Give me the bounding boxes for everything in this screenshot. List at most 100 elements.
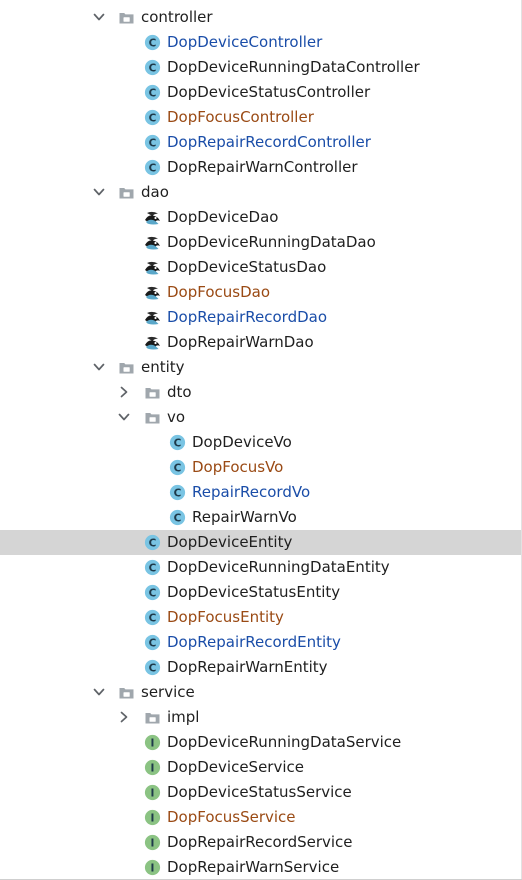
class-icon: C	[169, 509, 186, 526]
svg-text:C: C	[174, 487, 182, 499]
folder-controller[interactable]: controller	[0, 5, 522, 30]
chevron-right-icon[interactable]	[118, 386, 130, 398]
class-icon: C	[144, 559, 161, 576]
folder-icon	[144, 384, 161, 401]
mapper-dop-repair-record-dao[interactable]: DopRepairRecordDao	[0, 305, 522, 330]
tree-item-label: service	[141, 683, 195, 701]
tree-item-label: impl	[167, 708, 200, 726]
chevron-down-icon[interactable]	[118, 411, 130, 423]
chevron-right-icon[interactable]	[118, 711, 130, 723]
tree-item-label: DopDeviceStatusEntity	[167, 583, 341, 601]
tree-item-label: DopRepairWarnController	[167, 158, 358, 176]
mybatis-mapper-icon	[144, 309, 161, 326]
mapper-dop-device-dao[interactable]: DopDeviceDao	[0, 205, 522, 230]
svg-text:C: C	[149, 537, 157, 549]
chevron-down-icon[interactable]	[93, 186, 105, 198]
tree-item-label: DopRepairRecordService	[167, 833, 353, 851]
svg-text:I: I	[151, 762, 155, 774]
tree-item-label: DopDeviceDao	[167, 208, 279, 226]
chevron-down-icon[interactable]	[93, 11, 105, 23]
class-icon: C	[144, 109, 161, 126]
folder-dao[interactable]: dao	[0, 180, 522, 205]
class-icon: C	[144, 59, 161, 76]
class-dop-device-controller[interactable]: C DopDeviceController	[0, 30, 522, 55]
tree-item-label: RepairRecordVo	[192, 483, 311, 501]
interface-icon: I	[144, 759, 161, 776]
svg-text:C: C	[174, 437, 182, 449]
class-dop-device-running-data-entity[interactable]: C DopDeviceRunningDataEntity	[0, 555, 522, 580]
class-icon: C	[144, 34, 161, 51]
tree-item-label: controller	[141, 8, 213, 26]
mapper-dop-focus-dao[interactable]: DopFocusDao	[0, 280, 522, 305]
mybatis-mapper-icon	[144, 334, 161, 351]
class-dop-repair-record-entity[interactable]: C DopRepairRecordEntity	[0, 630, 522, 655]
chevron-down-icon[interactable]	[93, 686, 105, 698]
interface-dop-repair-record-service[interactable]: I DopRepairRecordService	[0, 830, 522, 855]
class-repair-record-vo[interactable]: C RepairRecordVo	[0, 480, 522, 505]
class-icon: C	[144, 134, 161, 151]
folder-vo[interactable]: vo	[0, 405, 522, 430]
svg-text:C: C	[149, 637, 157, 649]
class-dop-focus-controller[interactable]: C DopFocusController	[0, 105, 522, 130]
class-dop-device-running-data-controller[interactable]: C DopDeviceRunningDataController	[0, 55, 522, 80]
tree-item-label: DopRepairWarnService	[167, 858, 340, 876]
tree-item-label: DopRepairRecordDao	[167, 308, 328, 326]
tree-item-label: DopRepairWarnDao	[167, 333, 314, 351]
tree-item-label: DopDeviceVo	[192, 433, 292, 451]
tree-item-label: DopDeviceRunningDataEntity	[167, 558, 390, 576]
class-dop-focus-entity[interactable]: C DopFocusEntity	[0, 605, 522, 630]
folder-entity[interactable]: entity	[0, 355, 522, 380]
tree-item-label: DopDeviceStatusController	[167, 83, 371, 101]
class-dop-repair-warn-entity[interactable]: C DopRepairWarnEntity	[0, 655, 522, 680]
svg-text:C: C	[149, 62, 157, 74]
svg-text:I: I	[151, 737, 155, 749]
mapper-dop-repair-warn-dao[interactable]: DopRepairWarnDao	[0, 330, 522, 355]
class-dop-device-entity[interactable]: C DopDeviceEntity	[0, 530, 522, 555]
class-icon: C	[144, 634, 161, 651]
interface-dop-focus-service[interactable]: I DopFocusService	[0, 805, 522, 830]
class-dop-repair-record-controller[interactable]: C DopRepairRecordController	[0, 130, 522, 155]
class-icon: C	[144, 534, 161, 551]
tree-item-label: DopDeviceStatusService	[167, 783, 352, 801]
folder-impl[interactable]: impl	[0, 705, 522, 730]
mapper-dop-device-status-dao[interactable]: DopDeviceStatusDao	[0, 255, 522, 280]
class-dop-device-status-controller[interactable]: C DopDeviceStatusController	[0, 80, 522, 105]
tree-item-label: dao	[141, 183, 169, 201]
interface-dop-device-status-service[interactable]: I DopDeviceStatusService	[0, 780, 522, 805]
class-icon: C	[169, 459, 186, 476]
interface-icon: I	[144, 834, 161, 851]
class-repair-warn-vo[interactable]: C RepairWarnVo	[0, 505, 522, 530]
class-dop-device-vo[interactable]: C DopDeviceVo	[0, 430, 522, 455]
class-dop-repair-warn-controller[interactable]: C DopRepairWarnController	[0, 155, 522, 180]
folder-icon	[118, 684, 135, 701]
svg-text:I: I	[151, 862, 155, 874]
svg-text:I: I	[151, 787, 155, 799]
tree-item-label: DopDeviceRunningDataService	[167, 733, 402, 751]
svg-text:C: C	[149, 587, 157, 599]
tree-item-label: DopFocusService	[167, 808, 296, 826]
class-dop-focus-vo[interactable]: C DopFocusVo	[0, 455, 522, 480]
folder-icon	[118, 359, 135, 376]
class-dop-device-status-entity[interactable]: C DopDeviceStatusEntity	[0, 580, 522, 605]
mybatis-mapper-icon	[144, 259, 161, 276]
tree-item-label: DopDeviceRunningDataController	[167, 58, 420, 76]
interface-icon: I	[144, 809, 161, 826]
folder-icon	[118, 184, 135, 201]
tree-item-label: DopFocusVo	[192, 458, 284, 476]
class-icon: C	[144, 584, 161, 601]
interface-dop-device-service[interactable]: I DopDeviceService	[0, 755, 522, 780]
class-icon: C	[169, 434, 186, 451]
mybatis-mapper-icon	[144, 234, 161, 251]
svg-text:C: C	[149, 612, 157, 624]
class-icon: C	[144, 659, 161, 676]
chevron-down-icon[interactable]	[93, 361, 105, 373]
mapper-dop-device-running-data-dao[interactable]: DopDeviceRunningDataDao	[0, 230, 522, 255]
svg-text:C: C	[149, 662, 157, 674]
tree-item-label: DopDeviceController	[167, 33, 323, 51]
folder-service[interactable]: service	[0, 680, 522, 705]
svg-text:I: I	[151, 812, 155, 824]
folder-dto[interactable]: dto	[0, 380, 522, 405]
interface-dop-device-running-data-service[interactable]: I DopDeviceRunningDataService	[0, 730, 522, 755]
svg-text:C: C	[174, 462, 182, 474]
interface-dop-repair-warn-service[interactable]: I DopRepairWarnService	[0, 855, 522, 880]
